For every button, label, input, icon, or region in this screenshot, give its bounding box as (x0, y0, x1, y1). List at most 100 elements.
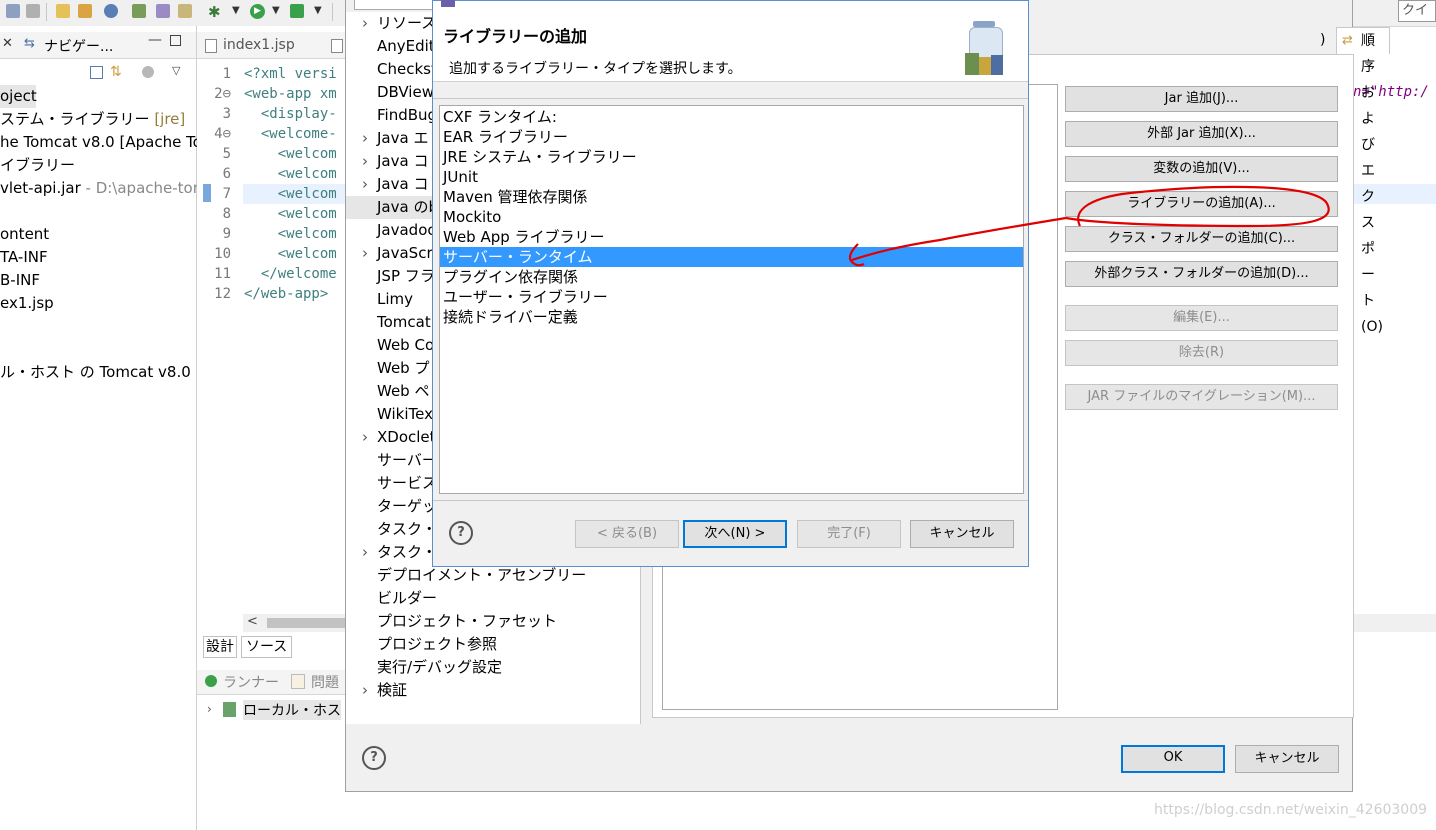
properties-tree-item[interactable]: › 検証 (346, 679, 640, 702)
horizontal-scrollbar[interactable]: < (243, 614, 347, 632)
chevron-right-icon[interactable]: › (362, 150, 368, 173)
chevron-right-icon[interactable]: › (362, 679, 368, 702)
migrate-jar-button[interactable]: JAR ファイルのマイグレーション(M)... (1065, 384, 1338, 410)
library-type-item[interactable]: CXF ランタイム: (440, 107, 1023, 127)
dialog-cancel-button[interactable]: キャンセル (910, 520, 1014, 548)
scroll-thumb[interactable] (267, 618, 347, 628)
properties-tree-item[interactable]: ビルダー (346, 587, 640, 610)
library-type-item[interactable]: EAR ライブラリー (440, 127, 1023, 147)
cancel-button[interactable]: キャンセル (1235, 745, 1339, 773)
navigator-item[interactable]: ル・ホスト の Tomcat v8.0 (0, 361, 196, 384)
open-type-icon[interactable] (56, 4, 70, 18)
filter-icon[interactable] (142, 66, 154, 78)
properties-tree-item-label: JSP フラ (377, 267, 435, 285)
save-icon[interactable] (6, 4, 20, 18)
properties-tree-item[interactable]: 実行/デバッグ設定 (346, 656, 640, 679)
navigator-tab-label[interactable]: ナビゲー... (44, 36, 113, 56)
help-icon[interactable]: ? (362, 746, 386, 770)
edit-icon[interactable] (178, 4, 192, 18)
next-button[interactable]: 次へ(N) > (683, 520, 787, 548)
maximize-icon[interactable] (170, 35, 181, 46)
editor-tab-label[interactable]: index1.jsp (223, 37, 295, 53)
chevron-right-icon[interactable]: › (362, 426, 368, 449)
navigator-item[interactable]: ontent (0, 223, 196, 246)
navigator-item[interactable]: oject (0, 85, 37, 108)
properties-tree-item[interactable]: プロジェクト参照 (346, 633, 640, 656)
library-type-item[interactable]: 接続ドライバー定義 (440, 307, 1023, 327)
tab-source[interactable]: ソース (241, 636, 293, 658)
code-text: <welcome- (244, 126, 337, 142)
open-resource-icon[interactable] (78, 4, 92, 18)
remove-button[interactable]: 除去(R) (1065, 340, 1338, 366)
navigator-item[interactable]: vlet-api.jar - D:\apache-tom (0, 177, 207, 200)
ok-button[interactable]: OK (1121, 745, 1225, 773)
chevron-right-icon[interactable]: › (362, 127, 368, 150)
properties-filter-input[interactable] (354, 0, 438, 10)
code-line: 8 <welcom (197, 204, 347, 224)
navigator-item[interactable]: イブラリー (0, 154, 196, 177)
chevron-right-icon[interactable]: › (207, 702, 212, 716)
navigator-item[interactable]: B-INF (0, 269, 196, 292)
print-icon[interactable] (26, 4, 40, 18)
library-type-item[interactable]: JRE システム・ライブラリー (440, 147, 1023, 167)
scroll-left-icon[interactable]: < (247, 614, 258, 629)
navigator-item[interactable]: he Tomcat v8.0 [Apache To (0, 131, 202, 154)
add-variable-button[interactable]: 変数の追加(V)... (1065, 156, 1338, 182)
code-line: 5 <welcom (197, 144, 347, 164)
chevron-down-icon[interactable]: ▼ (232, 5, 240, 16)
file-icon[interactable] (331, 39, 343, 53)
tab-problems[interactable]: 問題 (311, 672, 339, 692)
add-jar-button[interactable]: Jar 追加(J)... (1065, 86, 1338, 112)
dialog-separator (433, 98, 1028, 99)
chevron-right-icon[interactable]: › (362, 541, 368, 564)
run-icon[interactable]: ▶ (250, 4, 265, 19)
properties-tree-item[interactable]: デプロイメント・アセンブリー (346, 564, 640, 587)
tab-order-export[interactable]: ⇄ 順序およびエクスポート(O) (1336, 27, 1390, 335)
help-icon[interactable]: ? (449, 521, 473, 545)
code-view[interactable]: 1 <?xml versi 2⊖ <web-app xm 3 <display- 4… (197, 64, 347, 304)
navigator-item[interactable]: ex1.jsp (0, 292, 196, 315)
task-icon[interactable] (156, 4, 170, 18)
problems-icon (291, 674, 305, 689)
chevron-right-icon[interactable]: › (362, 173, 368, 196)
collapse-all-icon[interactable] (90, 66, 103, 79)
editor-right-scrollbar (1353, 614, 1436, 632)
close-icon[interactable]: ✕ (2, 36, 13, 51)
finish-button[interactable]: 完了(F) (797, 520, 901, 548)
minimize-icon[interactable]: — (148, 32, 162, 48)
order-export-icon: ⇄ (1342, 33, 1353, 48)
navigator-item (0, 338, 196, 361)
navigator-item[interactable]: TA-INF (0, 246, 196, 269)
tab-design[interactable]: 設計 (203, 636, 237, 658)
run-server-icon[interactable] (290, 4, 304, 18)
back-button[interactable]: < 戻る(B) (575, 520, 679, 548)
library-type-list[interactable]: CXF ランタイム: EAR ライブラリー JRE システム・ライブラリー JUnit… (439, 105, 1024, 494)
view-menu-icon[interactable]: ▽ (172, 64, 180, 77)
quick-access-input[interactable]: クイッ (1398, 0, 1436, 22)
debug-icon[interactable]: ✱ (208, 3, 221, 21)
chevron-right-icon[interactable]: › (362, 12, 368, 35)
properties-tree-item-label: リソース (377, 14, 437, 32)
tab-runner[interactable]: ランナー (223, 672, 279, 692)
code-line: 1 <?xml versi (197, 64, 347, 84)
line-number: 2⊖ (214, 86, 231, 102)
navigator-item-label: ステム・ライブラリー (0, 110, 155, 128)
properties-tree-item-label: XDoclet (377, 428, 436, 446)
library-type-item[interactable]: ユーザー・ライブラリー (440, 287, 1023, 307)
add-external-jar-button[interactable]: 外部 Jar 追加(X)... (1065, 121, 1338, 147)
line-number: 9 (222, 226, 231, 242)
settings-icon[interactable] (104, 4, 118, 18)
code-text: <?xml versi (244, 66, 337, 82)
code-line: 7 <welcom (197, 184, 347, 204)
navigator-item[interactable]: ステム・ライブラリー [jre] (0, 108, 196, 131)
server-tree-item[interactable]: › ローカル・ホス (197, 698, 347, 722)
edit-button[interactable]: 編集(E)... (1065, 305, 1338, 331)
chevron-down-icon[interactable]: ▼ (272, 5, 280, 16)
new-server-icon[interactable] (132, 4, 146, 18)
properties-tree-item-label: プロジェクト参照 (377, 635, 498, 653)
link-editor-icon[interactable]: ⇅ (110, 64, 122, 80)
properties-tree-item[interactable]: プロジェクト・ファセット (346, 610, 640, 633)
tab-partial[interactable]: ) (1320, 28, 1325, 54)
chevron-down-icon[interactable]: ▼ (314, 5, 322, 16)
chevron-right-icon[interactable]: › (362, 242, 368, 265)
